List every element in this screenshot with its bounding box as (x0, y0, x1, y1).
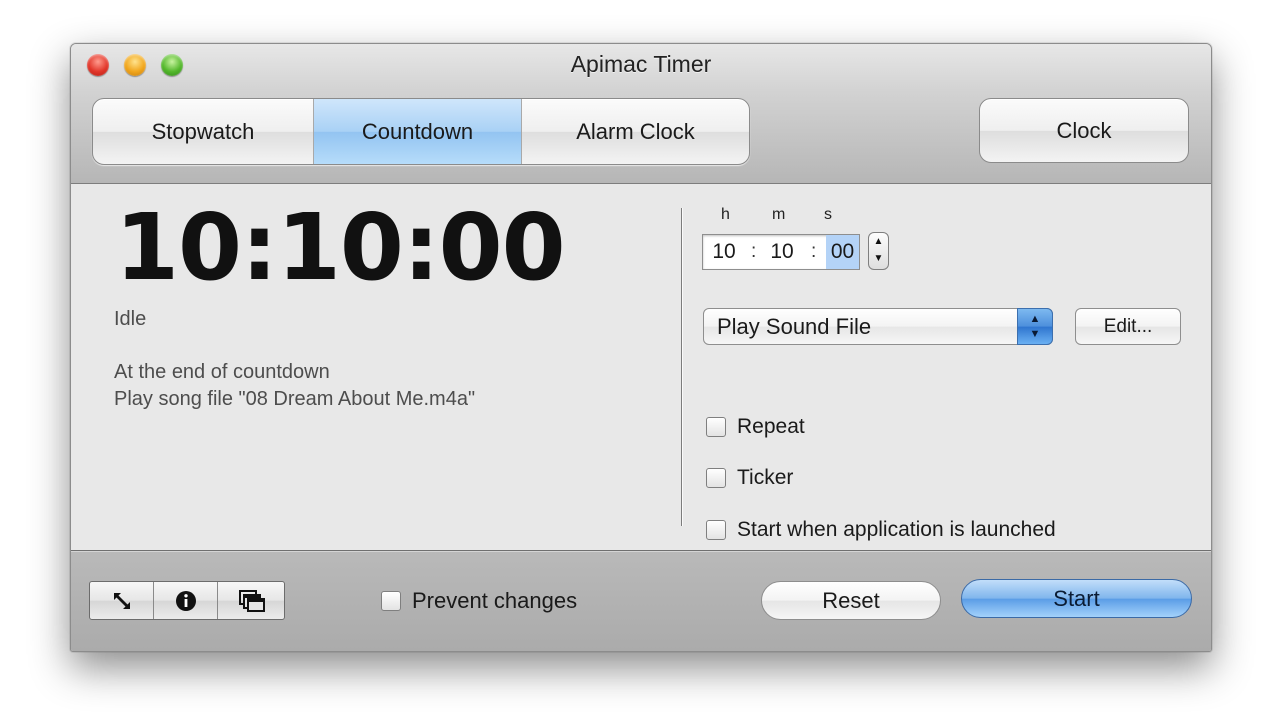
repeat-checkbox[interactable] (706, 417, 726, 437)
prevent-changes-option[interactable]: Prevent changes (381, 588, 577, 614)
edit-button[interactable]: Edit... (1075, 308, 1181, 345)
hours-unit-label: h (721, 206, 730, 223)
start-on-launch-checkbox[interactable] (706, 520, 726, 540)
seconds-unit-label: s (824, 206, 832, 223)
minutes-field[interactable]: 10 (767, 235, 797, 269)
info-icon (175, 590, 196, 611)
start-button[interactable]: Start (961, 579, 1192, 618)
windows-button[interactable] (218, 582, 284, 619)
window-title: Apimac Timer (570, 51, 712, 77)
repeat-option[interactable]: Repeat (706, 414, 805, 440)
stepper-down-icon[interactable]: ▼ (869, 253, 888, 264)
mode-tabs: Stopwatch Countdown Alarm Clock (92, 98, 750, 165)
tab-stopwatch[interactable]: Stopwatch (93, 99, 314, 164)
time-separator: : (811, 241, 817, 262)
tab-countdown[interactable]: Countdown (314, 99, 522, 164)
prevent-changes-label: Prevent changes (412, 588, 578, 613)
end-action-description: Play song file "08 Dream About Me.m4a" (114, 388, 476, 410)
ticker-label: Ticker (737, 466, 794, 489)
clock-button[interactable]: Clock (979, 98, 1189, 163)
time-separator: : (751, 241, 757, 262)
end-of-countdown-label: At the end of countdown (114, 361, 330, 383)
timer-display: 10:10:00 (115, 194, 566, 301)
repeat-label: Repeat (737, 415, 805, 438)
panel-divider (681, 208, 683, 526)
tab-alarm-clock[interactable]: Alarm Clock (522, 99, 749, 164)
app-window: Apimac Timer Stopwatch Countdown Alarm C… (70, 43, 1212, 652)
seconds-field[interactable]: 00 (826, 235, 859, 269)
title-toolbar: Apimac Timer Stopwatch Countdown Alarm C… (71, 44, 1211, 184)
end-action-popup-value: Play Sound File (717, 314, 872, 339)
bottom-bar: Prevent changes Reset Start (71, 550, 1211, 651)
ticker-checkbox[interactable] (706, 468, 726, 488)
ticker-option[interactable]: Ticker (706, 465, 793, 491)
stepper-up-icon[interactable]: ▲ (869, 236, 888, 247)
hours-field[interactable]: 10 (709, 235, 739, 269)
windows-icon (239, 589, 265, 612)
time-stepper[interactable]: ▲ ▼ (868, 232, 889, 270)
info-button[interactable] (154, 582, 218, 619)
start-on-launch-label: Start when application is launched (737, 518, 1056, 541)
countdown-panel: 10:10:00 Idle At the end of countdown Pl… (71, 184, 1211, 550)
prevent-changes-checkbox[interactable] (381, 591, 401, 611)
popup-arrows-icon[interactable]: ▲ ▼ (1017, 308, 1053, 345)
timer-status: Idle (114, 308, 147, 330)
utility-button-group (89, 581, 285, 620)
resize-button[interactable] (90, 582, 154, 619)
countdown-time-field[interactable]: 10 : 10 : 00 (702, 234, 860, 270)
reset-button[interactable]: Reset (761, 581, 941, 620)
resize-icon (113, 592, 130, 609)
minutes-unit-label: m (772, 206, 786, 223)
start-on-launch-option[interactable]: Start when application is launched (706, 517, 1056, 543)
end-action-popup[interactable]: Play Sound File ▲ ▼ (703, 308, 1053, 345)
